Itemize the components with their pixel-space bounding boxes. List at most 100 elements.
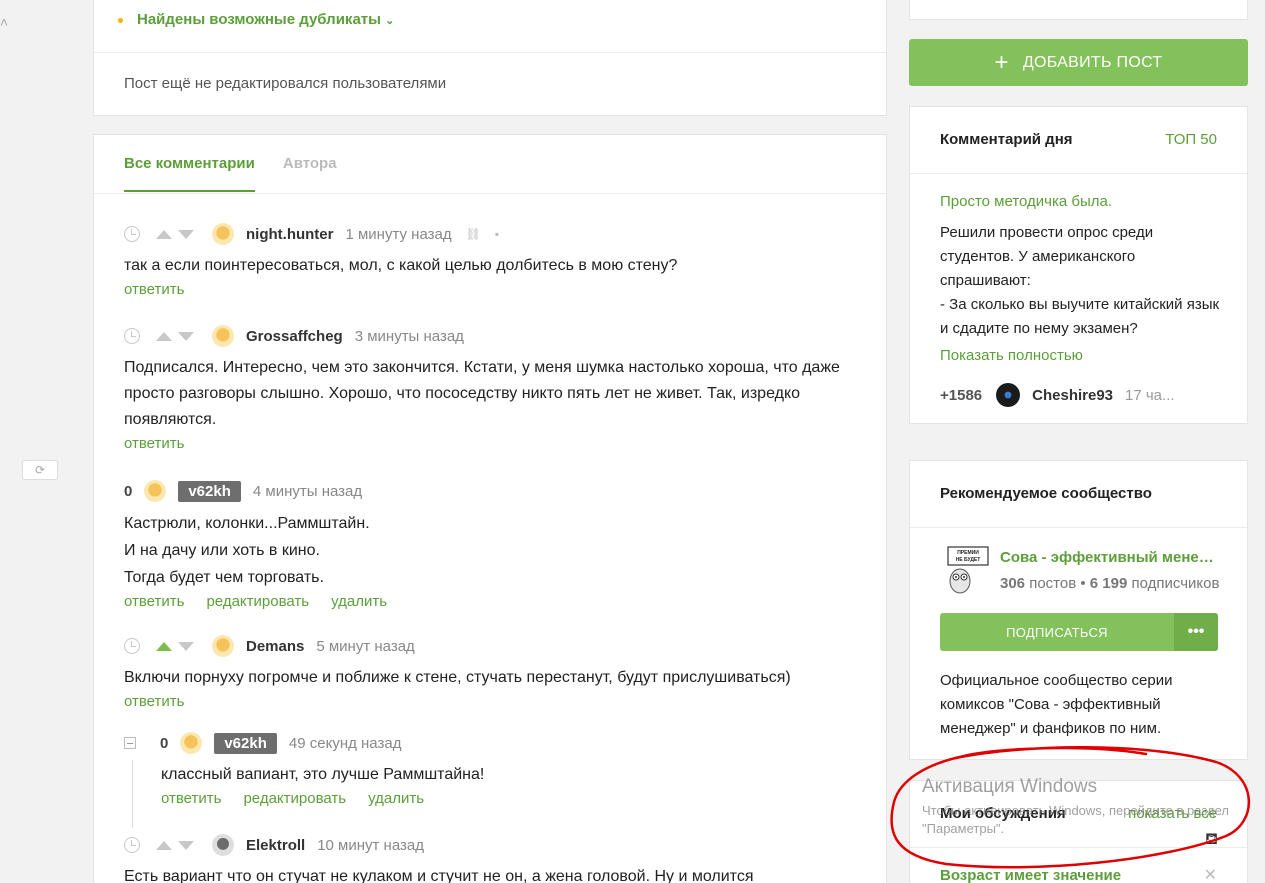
comment-time[interactable]: 4 минуты назад [253,483,362,500]
avatar[interactable] [212,223,234,245]
comment-rating: +1586 [940,386,983,404]
posts-label: постов [1029,575,1077,592]
clock-icon [124,328,140,344]
separator-dot: • [1080,575,1086,592]
comment-tabs: Все комментарии Автора [124,155,337,192]
comment-text: Есть вариант что он стучат не кулаком и … [124,868,754,883]
comment-time[interactable]: 5 минут назад [316,638,414,655]
svg-text:ПРЕМИИ: ПРЕМИИ [957,550,979,556]
more-options-button[interactable]: ••• [1174,613,1218,651]
post-info-card: Найдены возможные дубликаты ⌄ Пост ещё н… [93,0,887,116]
add-post-button[interactable]: + ДОБАВИТЬ ПОСТ [909,39,1248,86]
reply-link[interactable]: ответить [124,593,184,610]
link-icon[interactable]: ⛓ [466,227,481,241]
comment-time[interactable]: 3 минуты назад [355,328,464,345]
upvote-icon[interactable] [156,229,172,239]
downvote-icon[interactable] [178,331,194,341]
avatar[interactable] [996,383,1021,407]
comment: Grossaffcheg 3 минуты назад Подписался. … [124,325,864,452]
reply-link[interactable]: ответить [124,281,184,298]
chevron-down-icon: ⌄ [385,15,395,27]
sidebar-top-card [909,0,1248,20]
reply-link[interactable]: ответить [161,790,221,807]
save-icon[interactable]: ▪ [495,227,499,241]
tab-all-comments[interactable]: Все комментарии [124,155,255,192]
avatar[interactable] [212,834,234,856]
upvote-icon[interactable] [156,840,172,850]
subscribe-button[interactable]: ПОДПИСАТЬСЯ [940,613,1174,651]
comment-author-badge[interactable]: v62kh [178,480,241,502]
clock-icon [124,226,140,242]
scroll-up-icon[interactable]: ˄ [0,14,8,30]
comment-reply: 0 v62kh 49 секунд назад классный вапиант… [124,732,864,828]
comment-time[interactable]: 1 минуту назад [345,226,451,243]
comment: night.hunter 1 минуту назад ⛓ ▪ так а ес… [124,223,864,298]
plus-icon: + [994,48,1009,76]
subscribers-count: 6 199 [1089,575,1128,592]
comment-of-day-text: Решили провести опрос среди студентов. У… [940,224,1220,337]
avatar[interactable] [144,480,167,502]
refresh-icon[interactable]: ⟳ [22,460,58,480]
svg-text:НЕ БУДЕТ: НЕ БУДЕТ [956,557,981,563]
comment-author[interactable]: Demans [246,638,304,655]
thread-line [132,760,133,828]
comments-section: Все комментарии Автора night.hunter 1 ми… [93,134,887,883]
divider [910,173,1247,174]
comment-of-day-author[interactable]: Cheshire93 [1032,387,1113,404]
close-icon[interactable]: ✕ [1204,865,1217,883]
comment-of-day-meta: +1586 Cheshire93 17 ча... [940,383,1175,407]
discussion-item-link[interactable]: Возраст имеет значение [940,867,1121,883]
comment: Elektroll 10 минут назад Есть вариант чт… [124,834,864,883]
comment-time[interactable]: 49 секунд назад [289,735,402,752]
community-logo-icon[interactable]: ПРЕМИИ НЕ БУДЕТ [940,545,990,595]
comment: Demans 5 минут назад Включи порнуху погр… [124,635,864,710]
subscribers-label: подписчиков [1131,575,1220,592]
community-description: Официальное сообщество серии комиксов "С… [940,672,1173,737]
recommended-community-card: Рекомендуемое сообщество ПРЕМИИ НЕ БУДЕТ… [909,460,1248,760]
comment-time[interactable]: 10 минут назад [317,837,424,854]
comment-author[interactable]: Elektroll [246,837,305,854]
show-more-link[interactable]: Показать полностью [940,347,1083,364]
my-discussions-card: Мои обсуждения показать все Возраст имее… [909,780,1248,883]
downvote-icon[interactable] [178,641,194,651]
tab-author[interactable]: Автора [283,155,337,192]
comment-of-day-time[interactable]: 17 ча... [1125,387,1175,404]
comment-of-day-post-link[interactable]: Просто методичка была. [940,193,1112,210]
comment-author-badge[interactable]: v62kh [214,732,277,754]
community-stats: 306 постов • 6 199 подписчиков [1000,575,1222,592]
avatar[interactable] [180,732,203,754]
reply-link[interactable]: ответить [124,435,184,452]
subscribe-button-group: ПОДПИСАТЬСЯ ••• [940,613,1218,651]
collapse-thread-icon[interactable] [124,737,136,749]
top50-link[interactable]: ТОП 50 [1165,131,1217,148]
downvote-icon[interactable] [178,840,194,850]
edit-link[interactable]: редактировать [243,790,346,807]
divider [910,847,1247,848]
add-post-label: ДОБАВИТЬ ПОСТ [1022,53,1163,71]
comment-text-line: Тогда будет чем торговать. [124,569,324,586]
comment-author[interactable]: Grossaffcheg [246,328,343,345]
delete-link[interactable]: удалить [331,593,387,610]
community-name-link[interactable]: Сова - эффективный менеджер [1000,549,1222,566]
comment-text: Включи порнуху погромче и поближе к стен… [124,669,791,686]
divider [94,52,886,53]
avatar[interactable] [212,635,234,657]
posts-count: 306 [1000,575,1026,592]
duplicates-label: Найдены возможные дубликаты [137,11,381,28]
reply-link[interactable]: ответить [124,693,184,710]
delete-link[interactable]: удалить [368,790,424,807]
comment-text: так а если поинтересоваться, мол, с како… [124,257,678,274]
upvote-icon[interactable] [156,641,172,651]
comment-of-day-title: Комментарий дня [940,131,1073,148]
upvote-icon[interactable] [156,331,172,341]
show-all-link[interactable]: показать все [1128,805,1217,822]
duplicates-toggle[interactable]: Найдены возможные дубликаты ⌄ [118,11,395,28]
comment-author[interactable]: night.hunter [246,226,333,243]
downvote-icon[interactable] [178,229,194,239]
paint-bucket-icon[interactable]: ⛾ [1205,830,1218,850]
edit-link[interactable]: редактировать [206,593,309,610]
avatar[interactable] [212,325,234,347]
clock-icon [124,638,140,654]
comment-text: Подписался. Интересно, чем это закончитс… [124,359,840,428]
recommended-title: Рекомендуемое сообщество [940,485,1152,502]
